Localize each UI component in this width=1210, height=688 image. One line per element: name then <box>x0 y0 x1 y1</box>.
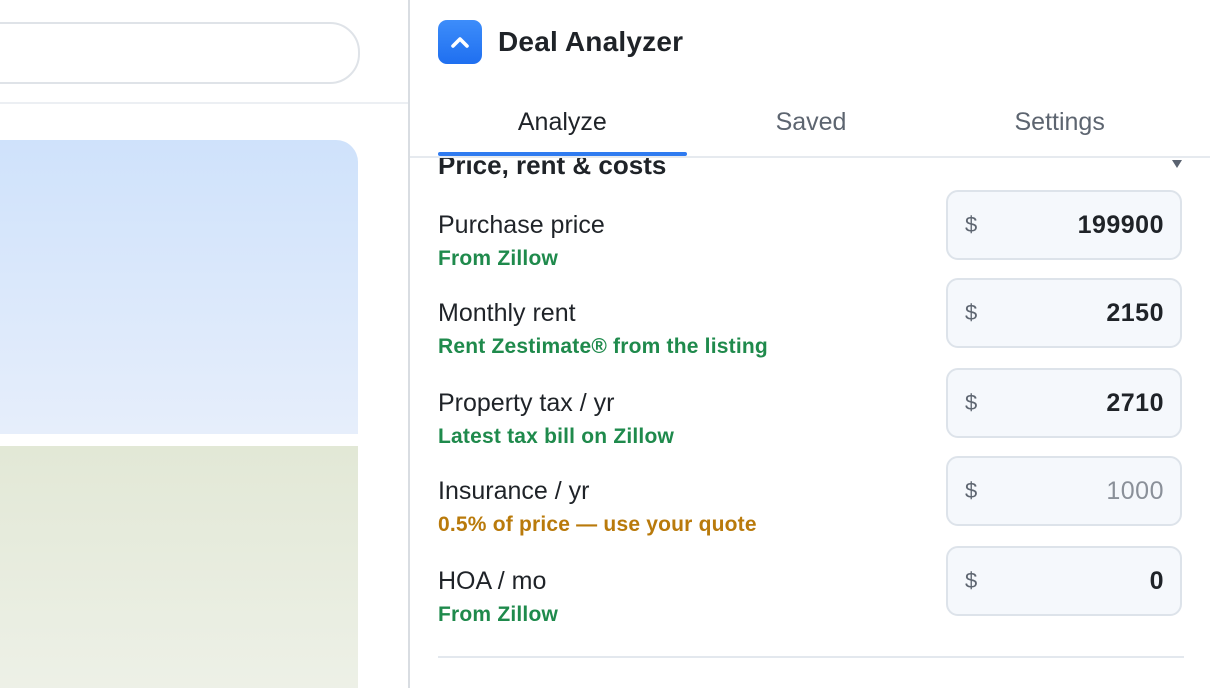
monthly-rent-input[interactable] <box>988 280 1164 346</box>
app-title: Deal Analyzer <box>498 26 684 57</box>
field-row-monthly-rent: Monthly rent Rent Zestimate® from the li… <box>438 278 1184 368</box>
field-row-purchase-price: Purchase price From Zillow $ <box>438 190 1184 280</box>
chevron-up-icon <box>451 37 469 48</box>
section-title: Price, rent & costs <box>438 158 667 180</box>
field-label: Property tax / yr <box>438 389 615 417</box>
hoa-input[interactable] <box>988 548 1164 614</box>
section-header[interactable]: Price, rent & costs <box>438 158 1184 180</box>
field-source-note: 0.5% of price — use your quote <box>438 513 757 536</box>
background-webpage <box>0 0 408 688</box>
field-source-note: Latest tax bill on Zillow <box>438 425 675 448</box>
tab-analyze[interactable]: Analyze <box>438 88 687 156</box>
deal-analyzer-panel: Deal Analyzer Analyze Saved Settings Pri… <box>410 0 1210 688</box>
currency-symbol: $ <box>965 212 978 237</box>
page: Deal Analyzer Analyze Saved Settings Pri… <box>0 0 1210 688</box>
monthly-rent-field[interactable]: $ <box>946 278 1182 348</box>
field-row-insurance: Insurance / yr 0.5% of price — use your … <box>438 456 1184 546</box>
tab-settings[interactable]: Settings <box>935 88 1184 156</box>
field-label: HOA / mo <box>438 567 547 595</box>
panel-header: Deal Analyzer <box>438 20 683 64</box>
app-logo <box>438 20 482 64</box>
purchase-price-field[interactable]: $ <box>946 190 1182 260</box>
caret-down-icon[interactable] <box>1172 160 1182 168</box>
property-tax-input[interactable] <box>988 370 1164 436</box>
analyze-content: Price, rent & costs Purchase price From … <box>438 158 1184 688</box>
currency-symbol: $ <box>965 390 978 415</box>
field-label: Purchase price <box>438 211 605 239</box>
photo-sky <box>0 140 358 434</box>
field-row-hoa: HOA / mo From Zillow $ <box>438 546 1184 636</box>
field-label: Monthly rent <box>438 299 576 327</box>
hoa-field[interactable]: $ <box>946 546 1182 616</box>
background-divider <box>0 102 408 104</box>
tab-saved[interactable]: Saved <box>687 88 936 156</box>
insurance-field[interactable]: $ <box>946 456 1182 526</box>
field-label: Insurance / yr <box>438 477 590 505</box>
photo-ground <box>0 446 358 688</box>
field-row-property-tax: Property tax / yr Latest tax bill on Zil… <box>438 368 1184 458</box>
currency-symbol: $ <box>965 300 978 325</box>
tab-bar: Analyze Saved Settings <box>438 88 1184 156</box>
property-tax-field[interactable]: $ <box>946 368 1182 438</box>
field-source-note: From Zillow <box>438 603 559 626</box>
currency-symbol: $ <box>965 568 978 593</box>
field-source-note: From Zillow <box>438 247 559 270</box>
field-source-note: Rent Zestimate® from the listing <box>438 335 768 358</box>
section-divider <box>438 656 1184 658</box>
purchase-price-input[interactable] <box>988 192 1164 258</box>
background-listing-photo[interactable] <box>0 140 358 688</box>
currency-symbol: $ <box>965 478 978 503</box>
background-search-bar[interactable] <box>0 22 360 84</box>
insurance-input[interactable] <box>988 458 1164 524</box>
